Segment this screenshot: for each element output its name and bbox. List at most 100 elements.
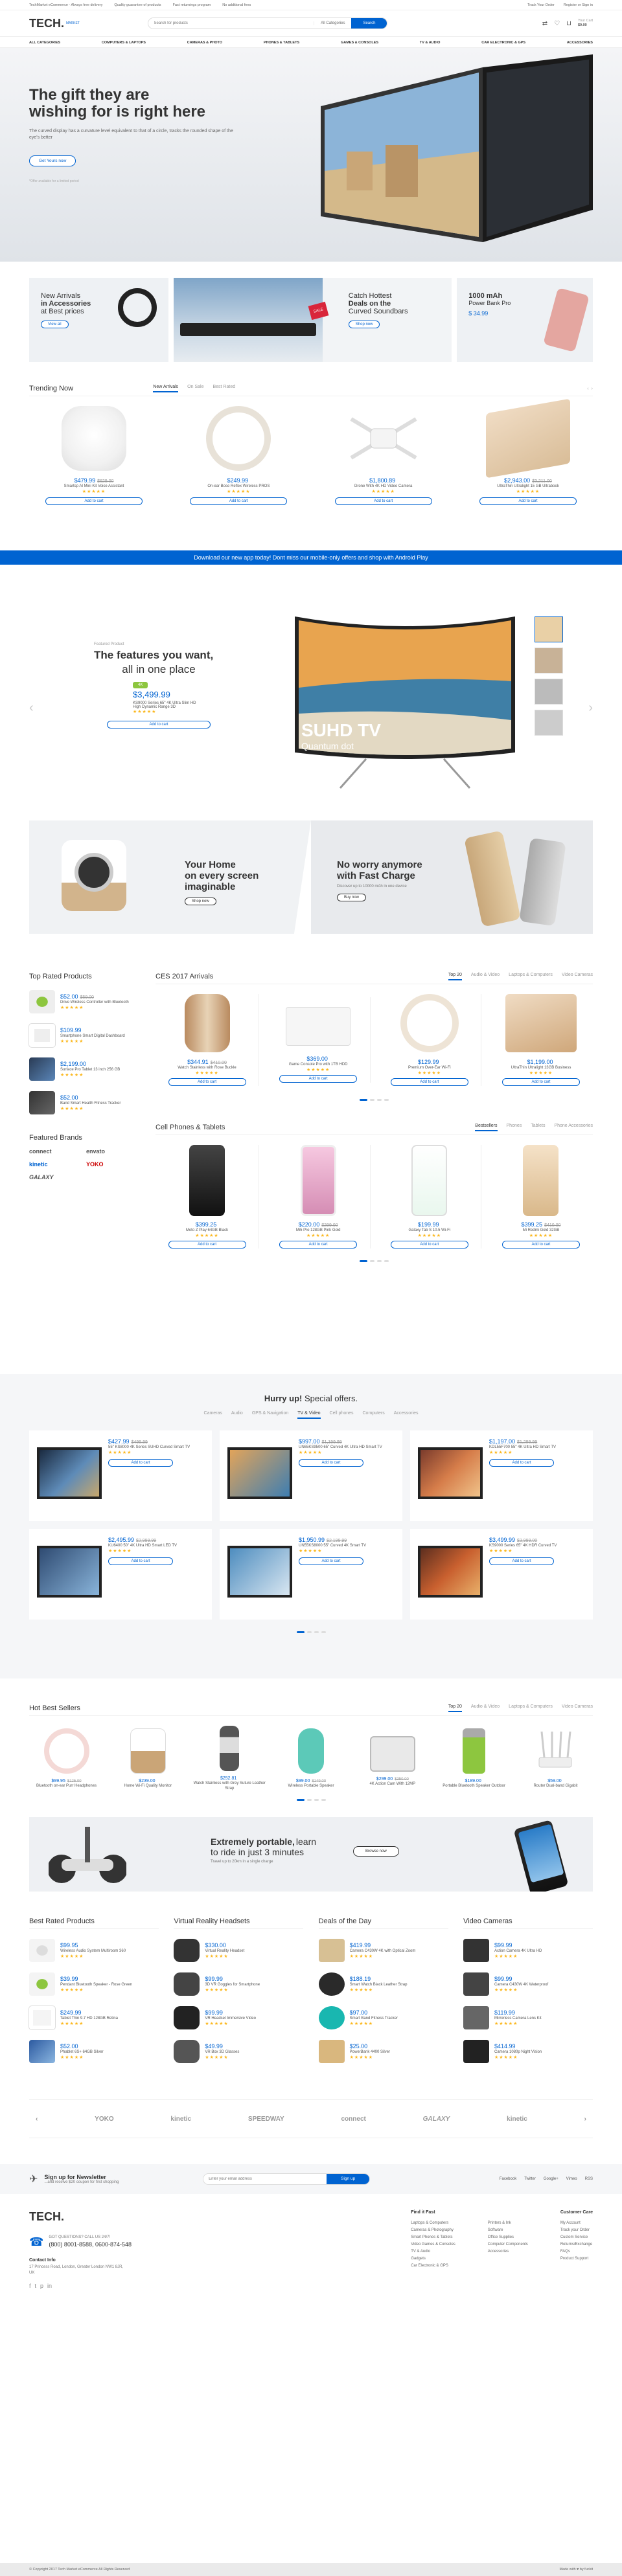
nav-accessories[interactable]: ACCESSORIES — [567, 41, 593, 45]
product-name[interactable]: Watch Stainless with Rose Buckle — [156, 1065, 259, 1070]
tab-top-20[interactable]: Top 20 — [448, 1704, 462, 1712]
brand-logo[interactable]: kinetic — [29, 1161, 82, 1168]
product-card[interactable]: $189.00 Portable Bluetooth Speaker Outdoo… — [437, 1728, 511, 1789]
product-name[interactable]: Mi Redmi Gold 32GB — [489, 1228, 593, 1233]
tab-cameras[interactable]: Cameras — [204, 1411, 222, 1419]
nav-all-categories[interactable]: ALL CATEGORIES — [29, 41, 60, 45]
list-item[interactable]: $419.99 Camera C430W 4K with Optical Zoom… — [318, 1939, 448, 1962]
product-card[interactable]: $299.00 $350.00 4K Action Cam With 12MP — [355, 1731, 430, 1787]
footer-link[interactable]: Custom Service — [560, 2234, 593, 2241]
add-to-cart-button[interactable]: Add to cart — [334, 497, 432, 505]
carousel-dots[interactable] — [29, 1631, 593, 1633]
add-to-cart-button[interactable]: Add to cart — [390, 1241, 468, 1248]
carousel-dots[interactable] — [156, 1099, 593, 1101]
footer-link[interactable]: Video Games & Consoles — [411, 2241, 455, 2248]
product-name[interactable]: UltraThin Ultralight 15 GB Ultrabook — [463, 484, 593, 489]
list-item[interactable]: $39.99 Pendant Bluetooth Speaker - Rose G… — [29, 1972, 159, 1996]
product-card[interactable]: $344.91 $410.00 Watch Stainless with Rose … — [156, 994, 259, 1086]
nav-tv-audio[interactable]: TV & AUDIO — [420, 41, 441, 45]
cart-icon[interactable]: ⊔ — [566, 20, 571, 27]
product-card[interactable]: $59.00 Router Dual-band Gigabit — [518, 1728, 593, 1789]
add-to-cart-button[interactable]: Add to cart — [501, 1241, 580, 1248]
footer-link[interactable]: FAQs — [560, 2248, 593, 2255]
tab-audio-video[interactable]: Audio & Video — [471, 973, 500, 980]
app-banner[interactable]: Download our new app today! Dont miss ou… — [0, 550, 622, 565]
footer-link[interactable]: My Account — [560, 2220, 593, 2227]
product-card[interactable]: $1,199.00 UltraThin Ultralight 13GB Busin… — [489, 994, 593, 1086]
facebook-icon[interactable]: f — [29, 2283, 31, 2289]
product-card[interactable]: $129.99 Premium Over-Ear Wi-Fi ★★★★★ Add to… — [378, 994, 482, 1086]
product-card[interactable]: $479.99 $629.00 Smartsp AI Mini Kit Voice… — [29, 406, 159, 505]
footer-link[interactable]: Accessories — [488, 2248, 528, 2255]
brands-prev-icon[interactable]: ‹ — [36, 2116, 38, 2123]
brand-logo[interactable]: kinetic — [507, 2116, 527, 2123]
product-name[interactable]: Smartsp AI Mini Kit Voice Assistant — [29, 484, 159, 489]
product-name[interactable]: Moto Z Play 64GB Black — [156, 1228, 259, 1233]
banner-button[interactable]: Shop now — [348, 321, 380, 328]
footer-link[interactable]: Smart Phones & Tablets — [411, 2234, 455, 2241]
twitter-icon[interactable]: Twitter — [524, 2177, 536, 2181]
offer-card[interactable]: $427.99 $499.99 55" KS8000 4K Series SUHD … — [29, 1430, 212, 1521]
carousel-dots[interactable] — [29, 1799, 593, 1801]
tab-phones[interactable]: Phones — [507, 1124, 522, 1131]
footer-link[interactable]: Software — [488, 2227, 528, 2234]
add-to-cart-button[interactable]: Add to cart — [279, 1075, 358, 1083]
banner-soundbars[interactable]: SALE Catch Hottest Deals on the Curved S… — [173, 278, 452, 362]
thumbnail[interactable] — [535, 648, 563, 673]
vimeo-icon[interactable]: Vimeo — [566, 2177, 577, 2181]
banner-powerbank[interactable]: 1000 mAh Power Bank Pro $ 34.99 — [457, 278, 593, 362]
product-name[interactable]: On-ear Bose Reflex Wireless PROS — [174, 484, 303, 489]
footer-link[interactable]: Computer Components — [488, 2241, 528, 2248]
product-card[interactable]: $220.00 $299.00 Mi5 Pro 128GB Pink Gold ★★★… — [267, 1145, 371, 1248]
account-link[interactable]: Register or Sign in — [564, 3, 593, 7]
brand-logo[interactable]: kinetic — [170, 2116, 191, 2123]
promo-button[interactable]: Buy now — [337, 894, 367, 901]
list-item[interactable]: $2,199.00 Surface Pro Tablet 13 inch 256 … — [29, 1057, 139, 1081]
nav-computers[interactable]: COMPUTERS & LAPTOPS — [102, 41, 146, 45]
nav-games[interactable]: GAMES & CONSOLES — [341, 41, 378, 45]
slider-next-icon[interactable]: › — [588, 701, 593, 716]
nav-cameras[interactable]: CAMERAS & PHOTO — [187, 41, 222, 45]
add-to-cart-button[interactable]: Add to cart — [390, 1078, 468, 1086]
add-to-cart-button[interactable]: Add to cart — [108, 1557, 173, 1565]
list-item[interactable]: $330.00 Virtual Reality Headset ★★★★★ — [174, 1939, 303, 1962]
list-item[interactable]: $52.00 Phablet 6S+ 64GB Silver ★★★★★ — [29, 2040, 159, 2063]
tab-best-rated[interactable]: Best Rated — [213, 385, 235, 392]
brand-logo[interactable]: GALAXY — [29, 1174, 82, 1181]
product-card[interactable]: $399.25 Moto Z Play 64GB Black ★★★★★ Add to… — [156, 1145, 259, 1248]
brand-logo[interactable]: GALAXY — [423, 2116, 450, 2123]
promo-home[interactable]: Your Home on every screen imaginable Sho… — [29, 820, 311, 934]
rss-icon[interactable]: RSS — [585, 2177, 593, 2181]
tab-gps[interactable]: GPS & Navigation — [252, 1411, 288, 1419]
nav-car[interactable]: CAR ELECTRONIC & GPS — [481, 41, 525, 45]
search-input[interactable] — [148, 18, 314, 28]
add-to-cart-button[interactable]: Add to cart — [479, 497, 577, 505]
add-to-cart-button[interactable]: Add to cart — [299, 1557, 363, 1565]
add-to-cart-button[interactable]: Add to cart — [299, 1459, 363, 1467]
banner-accessories[interactable]: New Arrivals in Accessories at Best pric… — [29, 278, 168, 362]
footer-link[interactable]: Office Supplies — [488, 2234, 528, 2241]
product-card[interactable]: $252.81 Watch Stainless with Grey Suture … — [192, 1726, 267, 1791]
carousel-dots[interactable] — [156, 1260, 593, 1262]
compare-icon[interactable]: ⇄ — [542, 20, 547, 27]
banner-button[interactable]: View all — [41, 321, 69, 328]
tab-laptops[interactable]: Laptops & Computers — [509, 973, 553, 980]
brand-logo[interactable]: envato — [86, 1148, 139, 1155]
prev-arrow-icon[interactable]: ‹ — [587, 387, 588, 391]
add-to-cart-button[interactable]: Add to cart — [489, 1459, 554, 1467]
product-name[interactable]: Premium Over-Ear Wi-Fi — [378, 1065, 481, 1070]
facebook-icon[interactable]: Facebook — [500, 2177, 516, 2181]
product-name[interactable]: Galaxy Tab S 10.5 Wi-Fi — [378, 1228, 481, 1233]
add-to-cart-button[interactable]: Add to cart — [168, 1241, 246, 1248]
list-item[interactable]: $97.00 Smart Band Fitness Tracker ★★★★★ — [318, 2006, 448, 2029]
list-item[interactable]: $99.99 3D VR Goggles for Smartphone ★★★★★ — [174, 1972, 303, 1996]
offer-card[interactable]: $1,950.99 $2,199.99 UN55KS8000 55" Curved … — [220, 1529, 402, 1620]
footer-link[interactable]: Returns/Exchange — [560, 2241, 593, 2248]
thumbnail[interactable] — [535, 710, 563, 736]
add-to-cart-button[interactable]: Add to cart — [501, 1078, 580, 1086]
offer-card[interactable]: $1,197.00 $1,299.99 KDL55F700 55" 4K Ultra… — [410, 1430, 593, 1521]
footer-link[interactable]: Car Electronic & GPS — [411, 2263, 455, 2270]
list-item[interactable]: $99.99 Action Camera 4K Ultra HD ★★★★★ — [463, 1939, 593, 1962]
product-card[interactable]: $99.00 $149.00 Wireless Portable Speaker — [273, 1728, 348, 1789]
product-card[interactable]: $369.00 Game Console Pro with 1TB HDD ★★★★… — [267, 997, 371, 1083]
